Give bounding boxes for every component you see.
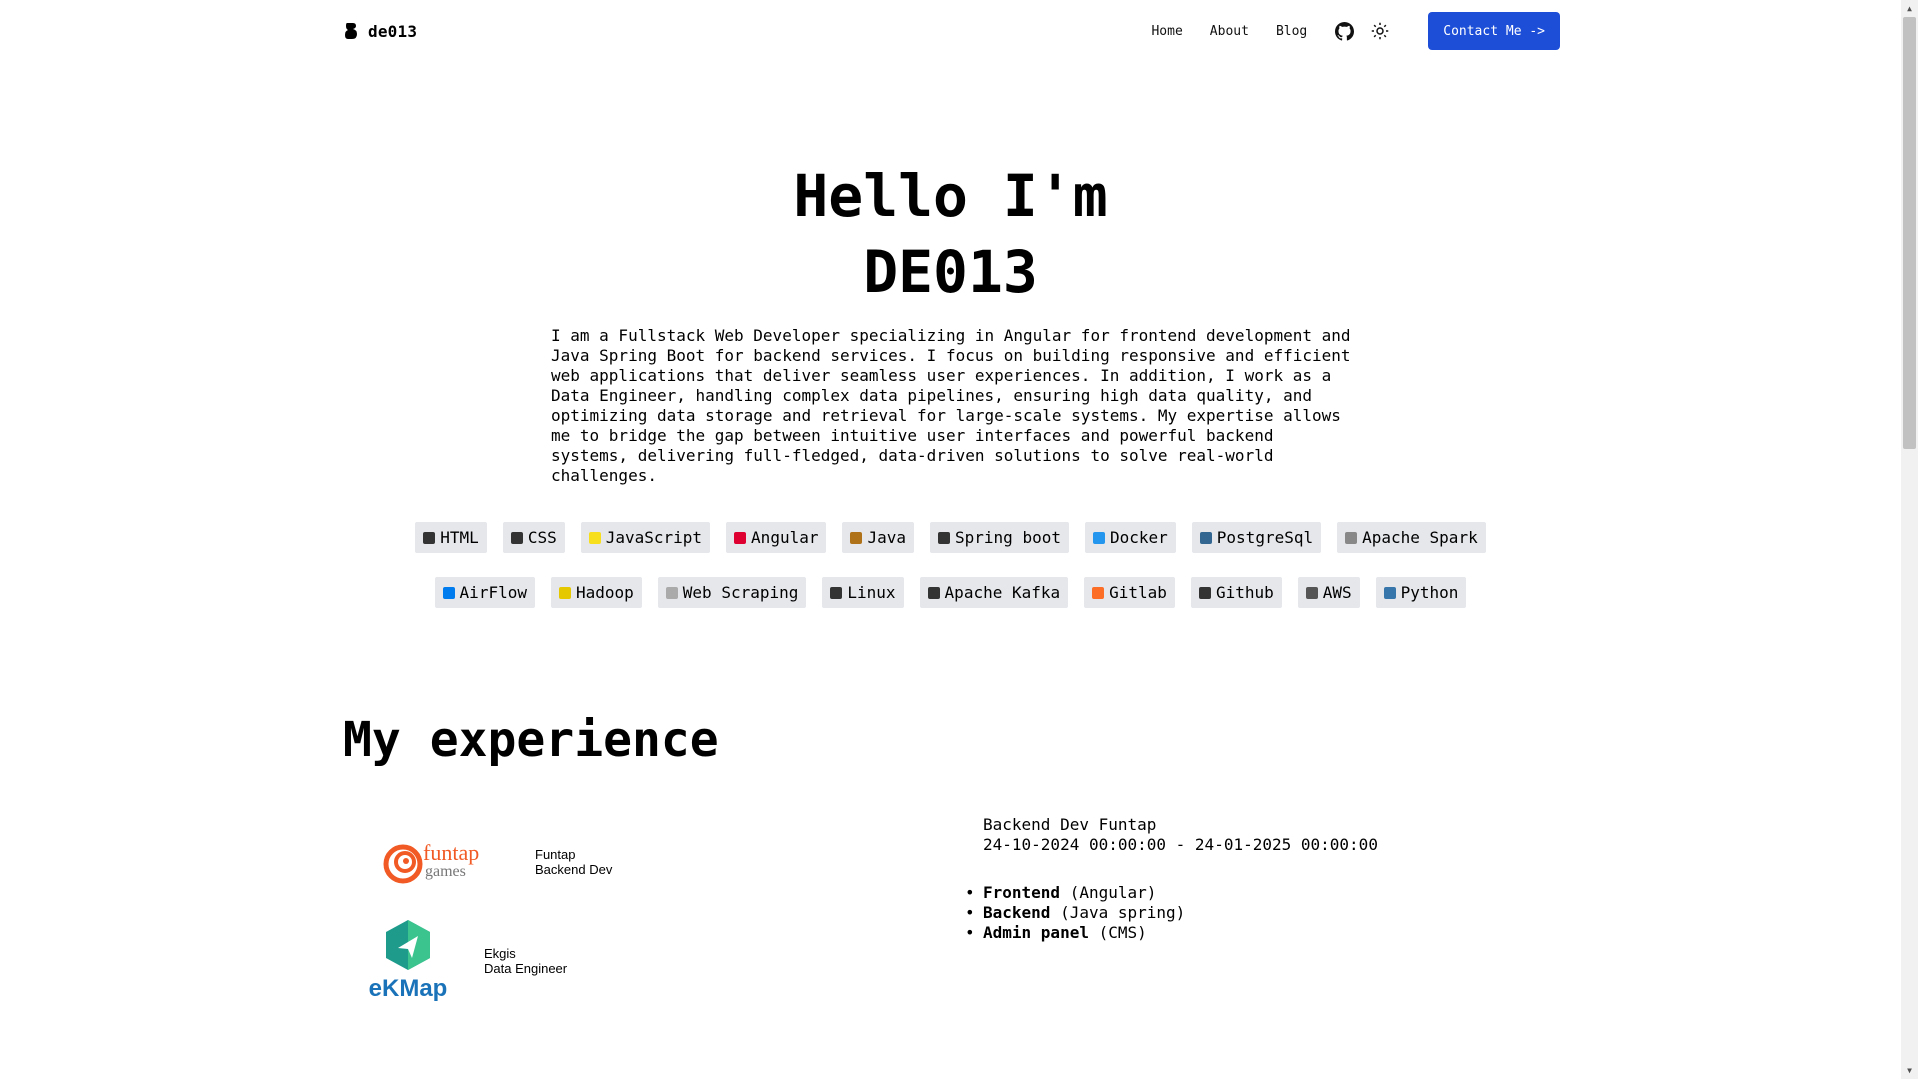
funtap-logo-subtext: games <box>425 863 466 880</box>
skill-label: Docker <box>1109 528 1168 547</box>
skill-label: CSS <box>527 528 557 547</box>
experience-title: My experience <box>343 712 719 768</box>
skill-chip-spring-boot[interactable]: Spring boot <box>930 522 1069 553</box>
funtap-logo-text: funtap <box>423 840 479 865</box>
experience-company: Funtap <box>535 847 576 862</box>
brand-logo-icon <box>345 23 357 39</box>
ekmap-logo: eKMap <box>369 920 448 1002</box>
skill-label: HTML <box>440 528 479 547</box>
skill-chip-postgresql[interactable]: PostgreSql <box>1191 522 1322 553</box>
theme-toggle-sun-icon[interactable] <box>1370 21 1390 41</box>
scroll-down-arrow-icon[interactable]: ▼ <box>1901 1062 1918 1079</box>
page-scrollbar[interactable]: ▲ ▼ <box>1901 0 1918 1079</box>
skill-label: Java <box>867 528 907 547</box>
site-header: de013 Home About Blog Contact Me -> <box>344 0 1560 62</box>
skill-label: Apache Kafka <box>944 583 1061 602</box>
scrollbar-thumb[interactable] <box>1903 17 1916 449</box>
skill-label: Linux <box>847 583 896 602</box>
main-nav: Home About Blog Contact Me -> <box>1151 12 1560 50</box>
experience-detail: Backend Dev Funtap 24-10-2024 00:00:00 -… <box>983 815 1378 855</box>
skill-chip-hadoop[interactable]: Hadoop <box>550 577 642 608</box>
skill-label: Gitlab <box>1109 583 1167 602</box>
skill-chip-linux[interactable]: Linux <box>822 577 904 608</box>
skill-label: Angular <box>751 528 819 547</box>
linux-icon <box>830 586 843 599</box>
skill-chip-java[interactable]: Java <box>842 522 915 553</box>
skill-label: JavaScript <box>605 528 703 547</box>
hero-title-line-2: DE013 <box>863 238 1038 306</box>
scroll-up-arrow-icon[interactable]: ▲ <box>1901 0 1918 17</box>
skill-label: Hadoop <box>575 583 634 602</box>
experience-item-ekgis[interactable]: eKMap Ekgis Data Engineer <box>368 918 567 1003</box>
skill-chip-aws[interactable]: AWS <box>1297 577 1360 608</box>
list-item: Backend (Java spring) <box>965 903 1185 923</box>
spring-icon <box>938 531 951 544</box>
skill-chip-python[interactable]: Python <box>1375 577 1467 608</box>
experience-role: Backend Dev <box>535 862 613 877</box>
css-icon <box>510 531 523 544</box>
skill-chip-javascript[interactable]: JavaScript <box>580 522 711 553</box>
github-icon <box>1198 586 1211 599</box>
skill-chip-html[interactable]: HTML <box>415 522 487 553</box>
experience-text-ekgis: Ekgis Data Engineer <box>484 946 567 976</box>
ekmap-logo-text: eKMap <box>369 975 448 1002</box>
experience-item-funtap[interactable]: funtap games Funtap Backend Dev <box>383 838 612 886</box>
skills-row-1: HTML CSS JavaScript Angular Java Spring boot D… <box>0 522 1901 553</box>
skill-chip-github[interactable]: Github <box>1190 577 1282 608</box>
list-item: Admin panel (CMS) <box>965 923 1185 943</box>
python-icon <box>1383 586 1396 599</box>
funtap-logo: funtap games <box>383 840 479 884</box>
github-icon[interactable] <box>1334 21 1354 41</box>
skill-label: Github <box>1215 583 1274 602</box>
skill-label: Python <box>1400 583 1459 602</box>
postgresql-icon <box>1199 531 1212 544</box>
skill-label: Web Scraping <box>682 583 799 602</box>
skill-chip-angular[interactable]: Angular <box>726 522 827 553</box>
skill-chip-css[interactable]: CSS <box>502 522 565 553</box>
experience-company: Ekgis <box>484 945 516 961</box>
html-icon <box>423 531 436 544</box>
skill-label: Spring boot <box>955 528 1061 547</box>
experience-role: Data Engineer <box>484 960 568 976</box>
nav-about-link[interactable]: About <box>1210 24 1249 39</box>
skill-label: AWS <box>1322 583 1352 602</box>
skill-chip-gitlab[interactable]: Gitlab <box>1084 577 1175 608</box>
kafka-icon <box>927 586 940 599</box>
skills-row-2: AirFlow Hadoop Web Scraping Linux Apache Kaf… <box>0 577 1901 608</box>
list-item: Frontend (Angular) <box>965 883 1185 903</box>
nav-home-link[interactable]: Home <box>1151 24 1182 39</box>
experience-detail-title: Backend Dev Funtap <box>983 815 1157 834</box>
brand-name: de013 <box>368 21 418 41</box>
spark-icon <box>1345 531 1358 544</box>
contact-me-button[interactable]: Contact Me -> <box>1428 12 1560 50</box>
airflow-icon <box>442 586 455 599</box>
nav-blog-link[interactable]: Blog <box>1276 24 1307 39</box>
skill-label: Apache Spark <box>1362 528 1478 547</box>
hero-title: Hello I'm DE013 <box>0 158 1901 310</box>
aws-icon <box>1305 586 1318 599</box>
angular-icon <box>734 531 747 544</box>
web-scraping-icon <box>665 586 678 599</box>
experience-text-funtap: Funtap Backend Dev <box>535 847 612 877</box>
experience-detail-dates: 24-10-2024 00:00:00 - 24-01-2025 00:00:0… <box>983 835 1378 854</box>
skill-chip-docker[interactable]: Docker <box>1084 522 1176 553</box>
skill-chip-apache-kafka[interactable]: Apache Kafka <box>919 577 1069 608</box>
skill-chip-apache-spark[interactable]: Apache Spark <box>1337 522 1486 553</box>
hero-bio: I am a Fullstack Web Developer specializ… <box>551 326 1351 485</box>
hadoop-icon <box>558 586 571 599</box>
skill-chip-airflow[interactable]: AirFlow <box>434 577 535 608</box>
skill-label: PostgreSql <box>1216 528 1314 547</box>
hero-title-line-1: Hello I'm <box>793 162 1108 230</box>
skill-label: AirFlow <box>459 583 527 602</box>
javascript-icon <box>588 531 601 544</box>
gitlab-icon <box>1092 586 1105 599</box>
docker-icon <box>1092 531 1105 544</box>
skill-chip-web-scraping[interactable]: Web Scraping <box>657 577 807 608</box>
brand[interactable]: de013 <box>344 22 417 41</box>
experience-detail-list: Frontend (Angular) Backend (Java spring)… <box>965 883 1185 943</box>
java-icon <box>850 531 863 544</box>
